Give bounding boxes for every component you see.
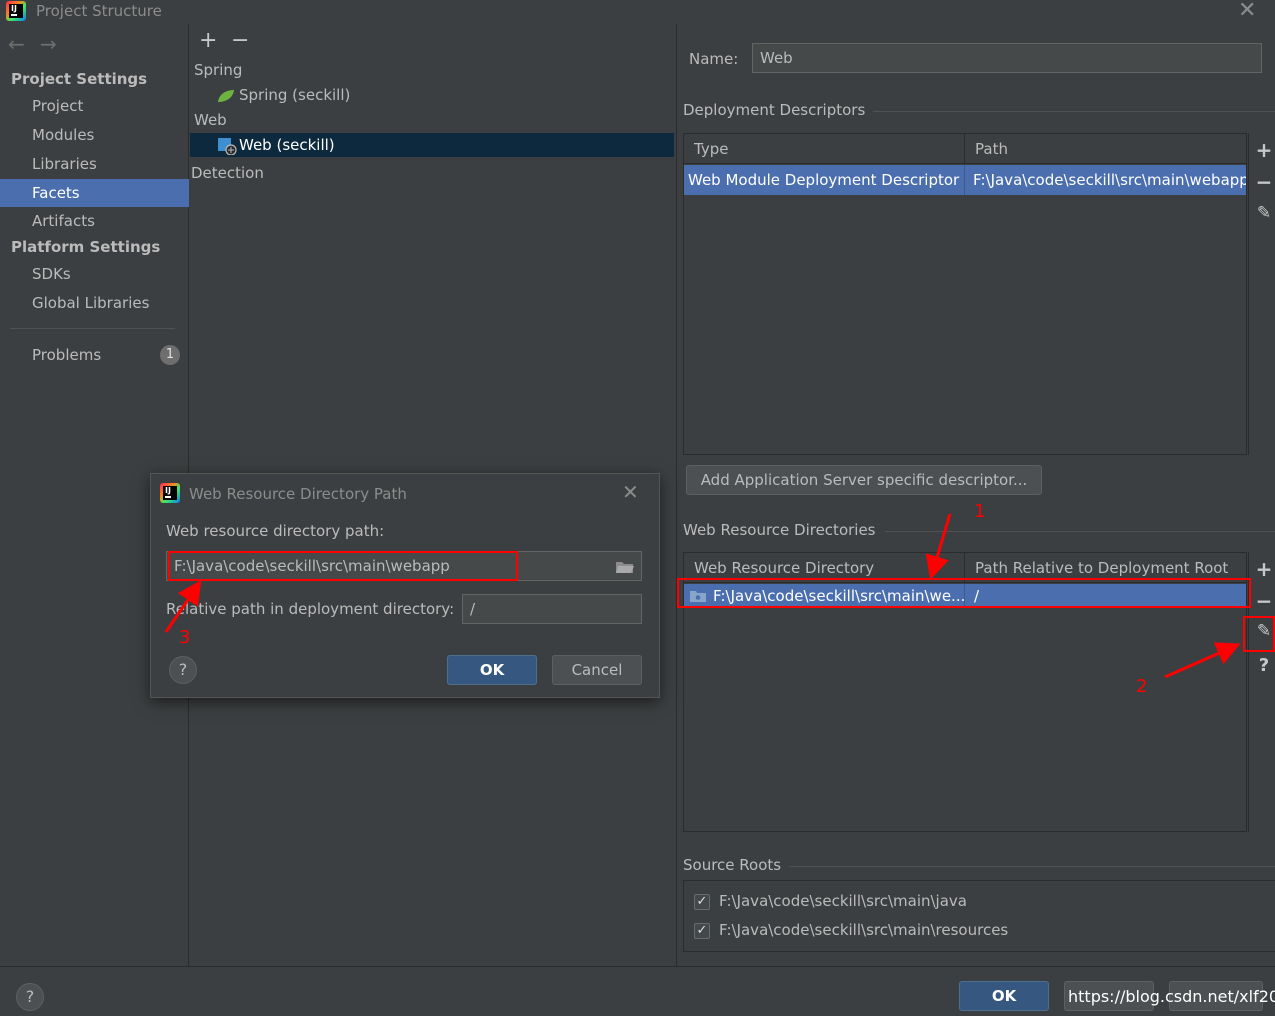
- edit-descriptor-pencil-icon[interactable]: ✎: [1249, 203, 1275, 223]
- project-settings-header: Project Settings: [11, 70, 148, 88]
- intellij-logo-icon: IJ: [6, 1, 26, 21]
- source-root-checkbox[interactable]: ✓: [694, 894, 710, 910]
- relative-path-input[interactable]: /: [462, 594, 642, 624]
- column-header-type[interactable]: Type: [684, 134, 965, 164]
- annotation-box-path-input: [168, 551, 518, 581]
- descriptor-type-cell: Web Module Deployment Descriptor: [684, 165, 965, 195]
- nav-item-artifacts[interactable]: Artifacts: [0, 207, 189, 235]
- nav-item-libraries[interactable]: Libraries: [0, 150, 189, 178]
- nav-item-sdks[interactable]: SDKs: [0, 260, 189, 288]
- section-divider: [789, 866, 1275, 867]
- dialog-help-button[interactable]: ?: [169, 656, 197, 684]
- relative-path-label: Relative path in deployment directory:: [166, 600, 455, 618]
- source-roots-list: ✓ F:\Java\code\seckill\src\main\java ✓ F…: [683, 880, 1275, 952]
- web-resource-directory-path-dialog: IJ Web Resource Directory Path ✕ Web res…: [150, 473, 660, 698]
- help-icon[interactable]: ?: [1249, 655, 1275, 676]
- facet-settings-panel: Name: Web Deployment Descriptors Type Pa…: [676, 24, 1275, 966]
- nav-item-facets[interactable]: Facets: [0, 179, 189, 207]
- nav-item-project[interactable]: Project: [0, 92, 189, 120]
- source-roots-title: Source Roots: [683, 856, 782, 874]
- name-field[interactable]: Web: [752, 43, 1262, 73]
- descriptor-toolbar: + − ✎: [1248, 133, 1275, 455]
- add-facet-button[interactable]: +: [199, 28, 217, 53]
- nav-divider: [10, 328, 175, 329]
- spring-leaf-icon: [218, 90, 234, 102]
- help-button[interactable]: ?: [16, 983, 44, 1011]
- annotation-number-2: 2: [1136, 676, 1148, 697]
- remove-facet-button[interactable]: −: [231, 28, 249, 53]
- title-bar: IJ Project Structure ✕: [0, 0, 1275, 24]
- web-resource-directories-title: Web Resource Directories: [683, 521, 876, 539]
- annotation-box-edit-button: [1243, 616, 1275, 652]
- source-root-path: F:\Java\code\seckill\src\main\resources: [719, 921, 1009, 939]
- annotation-box-resource-row: [677, 578, 1251, 608]
- intellij-logo-icon: IJ: [160, 483, 180, 503]
- window-title: Project Structure: [36, 2, 162, 20]
- name-label: Name:: [689, 50, 739, 68]
- ok-button[interactable]: OK: [959, 981, 1049, 1011]
- forward-arrow-icon[interactable]: →: [40, 32, 57, 56]
- close-icon[interactable]: ✕: [1238, 0, 1256, 23]
- remove-descriptor-button[interactable]: −: [1249, 170, 1275, 194]
- dialog-close-icon[interactable]: ✕: [622, 480, 639, 504]
- web-resource-toolbar: + − ✎ ?: [1248, 552, 1275, 832]
- dialog-title: Web Resource Directory Path: [189, 485, 407, 503]
- annotation-number-1: 1: [974, 501, 986, 522]
- section-divider: [873, 111, 1275, 112]
- table-header: Type Path: [684, 134, 1246, 164]
- table-row[interactable]: Web Module Deployment Descriptor F:\Java…: [684, 165, 1246, 195]
- watermark-text: https://blog.csdn.net/xlf2020: [1068, 987, 1275, 1006]
- deployment-descriptors-table: Type Path Web Module Deployment Descript…: [683, 133, 1247, 455]
- platform-settings-header: Platform Settings: [11, 238, 161, 256]
- source-root-path: F:\Java\code\seckill\src\main\java: [719, 892, 967, 910]
- problems-count-badge: 1: [160, 345, 180, 365]
- deployment-descriptors-title: Deployment Descriptors: [683, 101, 866, 119]
- dialog-footer: ? OK https://blog.csdn.net/xlf2020: [0, 966, 1275, 1016]
- tree-item-web-seckill[interactable]: Web (seckill): [190, 133, 674, 157]
- section-divider: [885, 531, 1275, 532]
- tree-group-web[interactable]: Web: [194, 108, 227, 132]
- web-module-icon: [218, 138, 237, 155]
- dialog-ok-button[interactable]: OK: [447, 655, 537, 685]
- tree-group-spring[interactable]: Spring: [194, 58, 242, 82]
- dialog-cancel-button[interactable]: Cancel: [552, 655, 642, 685]
- add-descriptor-button[interactable]: +: [1249, 138, 1275, 162]
- source-root-checkbox[interactable]: ✓: [694, 923, 710, 939]
- column-header-path[interactable]: Path: [965, 134, 1248, 164]
- nav-item-global-libraries[interactable]: Global Libraries: [0, 289, 189, 317]
- back-arrow-icon[interactable]: ←: [8, 32, 25, 56]
- descriptor-path-cell: F:\Java\code\seckill\src\main\webapp: [973, 171, 1246, 189]
- annotation-number-3: 3: [179, 627, 191, 648]
- tree-item-spring-seckill[interactable]: Spring (seckill): [216, 83, 516, 107]
- nav-item-modules[interactable]: Modules: [0, 121, 189, 149]
- tree-item-label: Spring (seckill): [239, 86, 351, 104]
- add-server-descriptor-button[interactable]: Add Application Server specific descript…: [686, 465, 1042, 495]
- path-field-label: Web resource directory path:: [166, 522, 385, 540]
- add-web-resource-button[interactable]: +: [1249, 557, 1275, 581]
- remove-web-resource-button[interactable]: −: [1249, 589, 1275, 613]
- tree-item-detection[interactable]: Detection: [191, 161, 264, 185]
- tree-item-label: Web (seckill): [239, 136, 335, 154]
- browse-folder-icon[interactable]: [615, 559, 635, 575]
